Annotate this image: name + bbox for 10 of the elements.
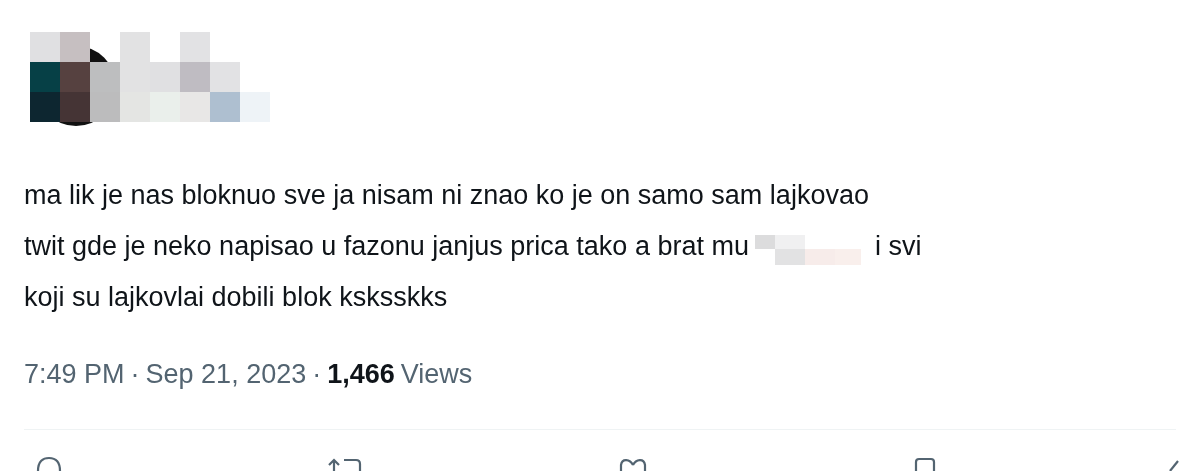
tweet-text: twit gde je neko napisao u fazonu janjus prica tako a brat mu bbox=[24, 230, 749, 263]
separator-dot: · bbox=[130, 358, 140, 391]
tweet-text: koji su lajkovlai dobili blok ksksskks bbox=[24, 282, 448, 312]
tweet-time[interactable]: 7:49 PM bbox=[24, 354, 125, 395]
tweet-text: ma lik je nas bloknuo sve ja nisam ni znao ko je on samo sam lajkovao bbox=[24, 180, 869, 210]
separator-dot: · bbox=[312, 358, 322, 391]
tweet-date[interactable]: Sep 21, 2023 bbox=[145, 354, 307, 395]
views-label: Views bbox=[400, 358, 473, 391]
tweet-text: i svi bbox=[874, 230, 922, 263]
views-count: 1,466 bbox=[327, 358, 395, 391]
